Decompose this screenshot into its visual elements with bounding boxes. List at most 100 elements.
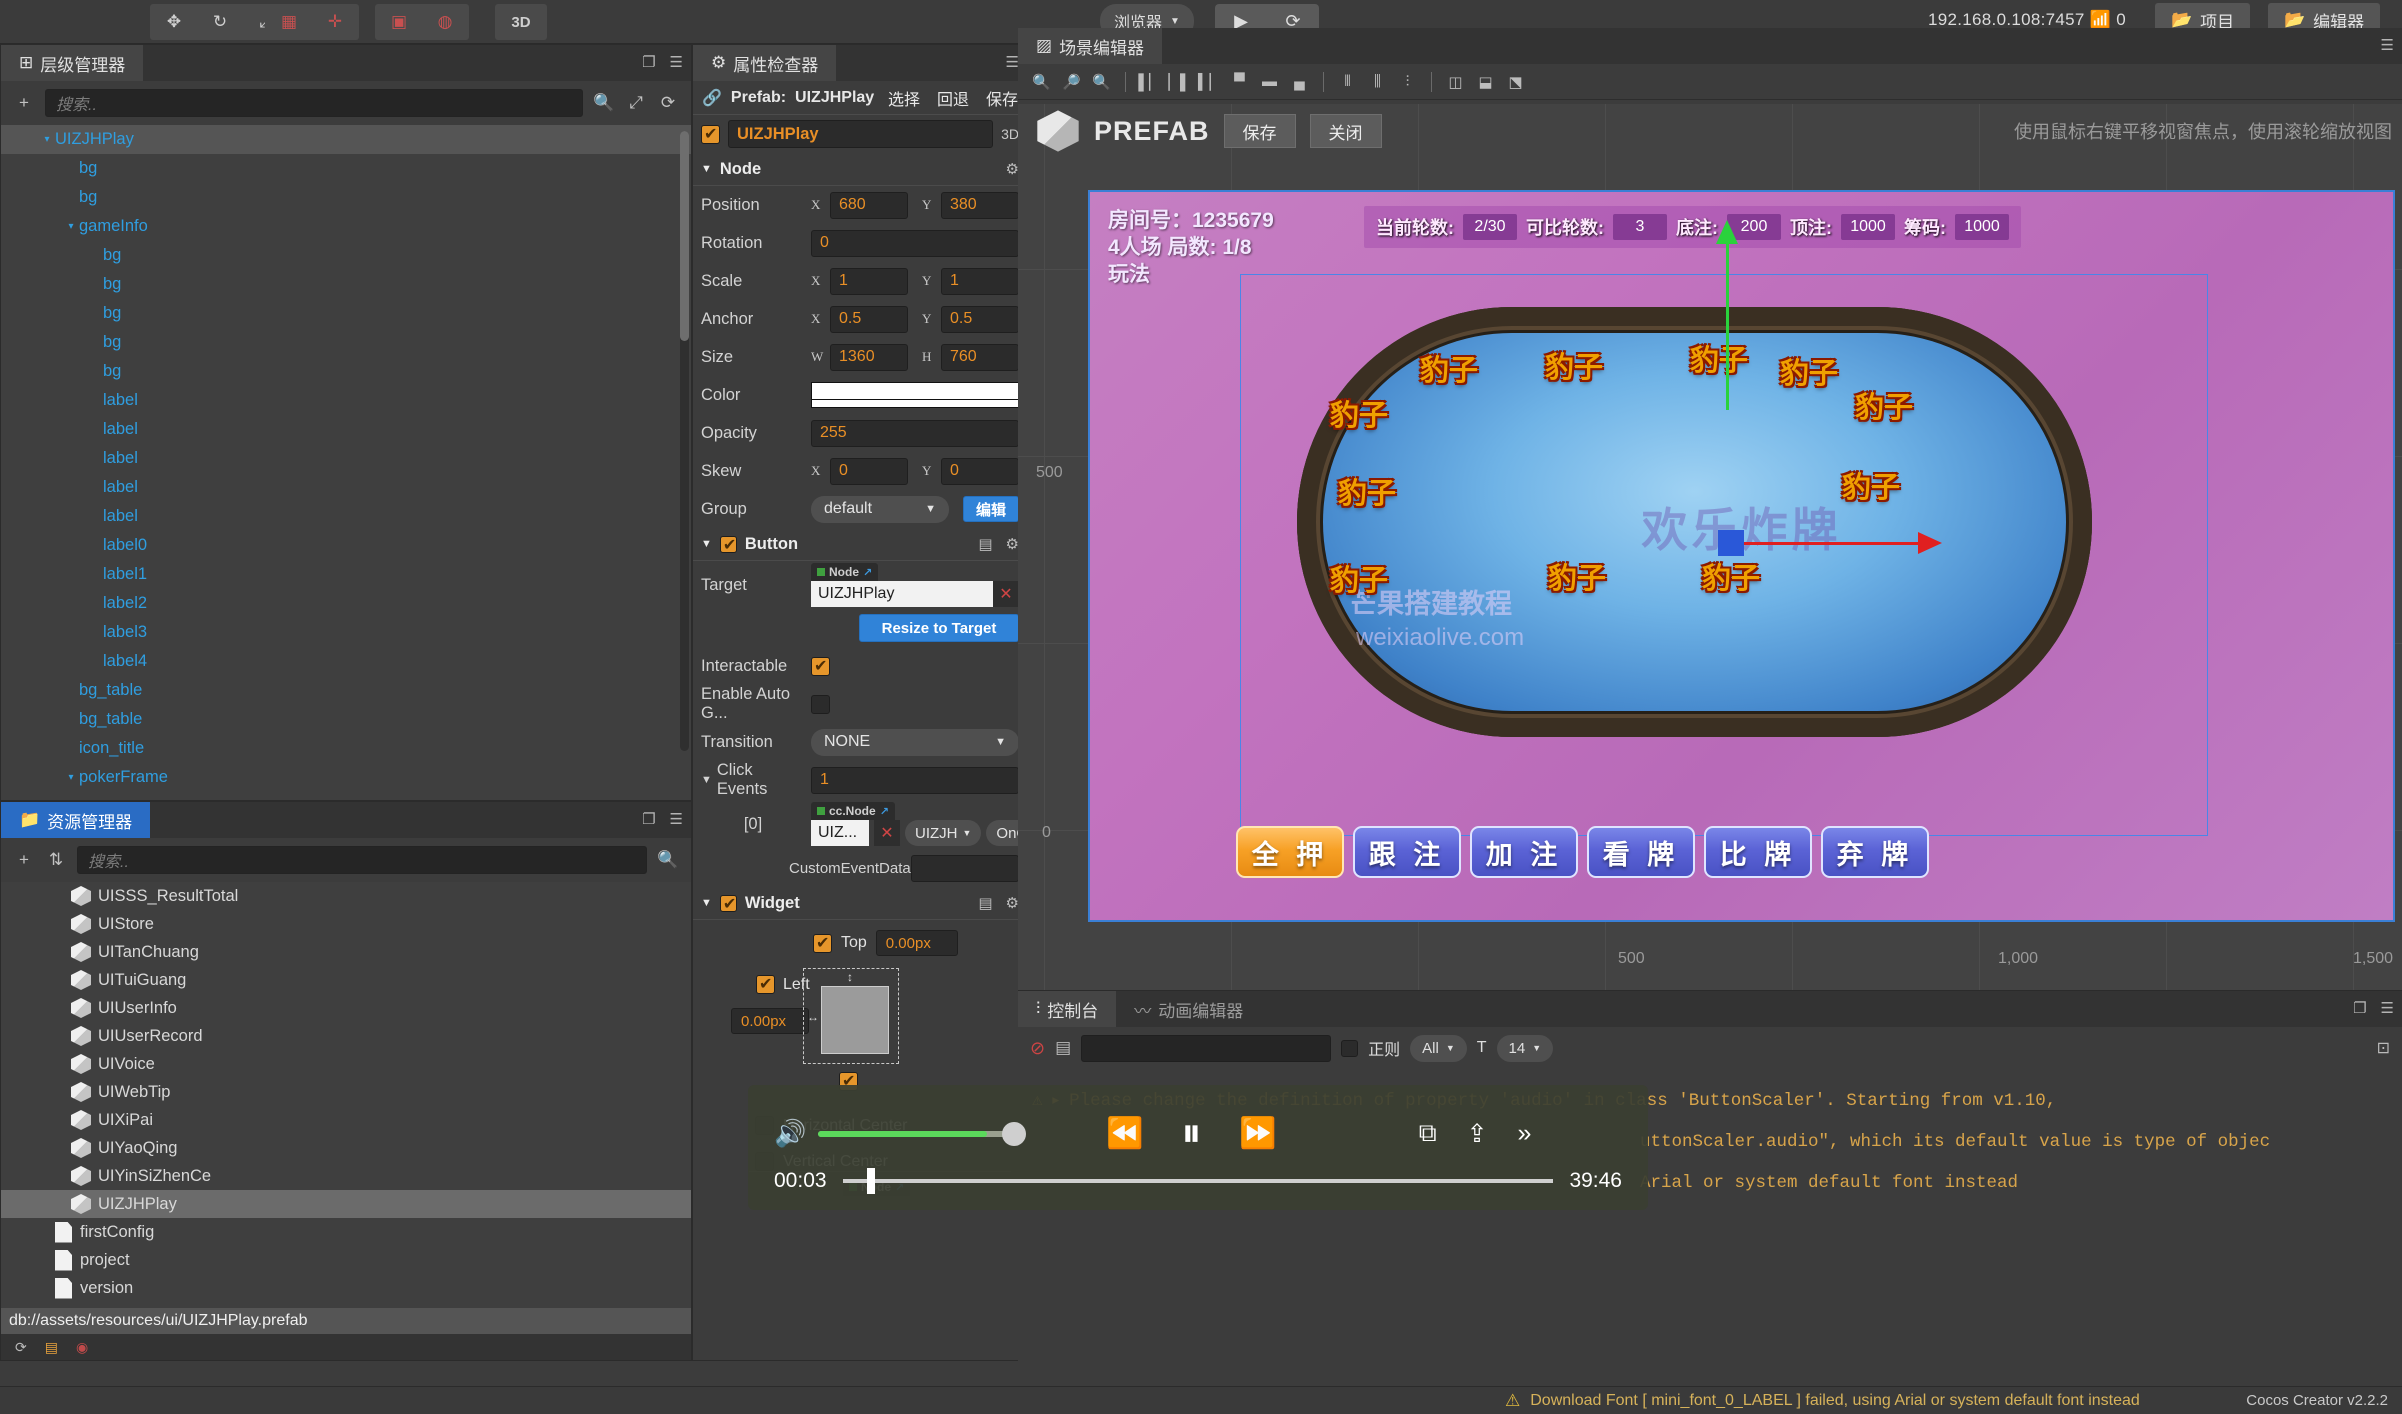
sort-icon[interactable]: ⇅ (45, 850, 67, 870)
hierarchy-node[interactable]: label4 (1, 647, 691, 676)
mirror-icon[interactable]: ⬔ (1502, 69, 1529, 95)
popout-icon[interactable]: ❐ (642, 53, 655, 71)
asset-item[interactable]: UIWebTip (1, 1078, 691, 1106)
pause-icon[interactable]: ⏸ (1181, 1111, 1201, 1156)
asset-item[interactable]: firstConfig (1, 1218, 691, 1246)
asset-item[interactable]: UISSS_ResultTotal (1, 882, 691, 910)
menu-icon[interactable]: ☰ (670, 810, 683, 828)
scene-viewport[interactable]: PREFAB 保存 关闭 使用鼠标右键平移视窗焦点，使用滚轮缩放视图 500 0… (1018, 104, 2402, 990)
assets-list[interactable]: UISSS_ResultTotal UIStore UITanChuang UITui… (1, 882, 691, 1308)
clear-target-button[interactable]: ✕ (993, 581, 1019, 607)
add-asset-button[interactable]: + (13, 850, 35, 870)
align-top-icon[interactable]: ▀ (1226, 69, 1253, 95)
anchor-x-input[interactable]: 0.5 (830, 305, 908, 333)
popout-icon[interactable]: ❐ (2353, 999, 2366, 1017)
hierarchy-scrollbar[interactable] (680, 131, 689, 751)
anchor-y-input[interactable]: 0.5 (941, 305, 1019, 333)
tab-animation-editor[interactable]: 〰 动画编辑器 (1116, 991, 1262, 1027)
game-action-button[interactable]: 全 押 (1236, 826, 1344, 878)
click-events-count-input[interactable]: 1 (811, 766, 1019, 794)
size-h-input[interactable]: 760 (941, 343, 1019, 371)
flip-h-icon[interactable]: ◫ (1442, 69, 1469, 95)
search-icon[interactable]: 🔍 (657, 850, 679, 870)
asset-item[interactable]: UIUserRecord (1, 1022, 691, 1050)
skew-y-input[interactable]: 0 (941, 457, 1019, 485)
volume-icon[interactable]: 🔊 (774, 1118, 806, 1149)
font-size-select[interactable]: 14 ▼ (1496, 1034, 1554, 1062)
hierarchy-node[interactable]: ▾ gameInfo (1, 212, 691, 241)
game-action-button[interactable]: 弃 牌 (1821, 826, 1929, 878)
flip-v-icon[interactable]: ⬓ (1472, 69, 1499, 95)
airplay-icon[interactable]: ⇪ (1467, 1119, 1488, 1149)
tab-hierarchy[interactable]: ⊞ 层级管理器 (1, 45, 144, 81)
prefab-save-button[interactable]: 保存 (1223, 114, 1296, 148)
group-select[interactable]: default ▼ (811, 495, 949, 523)
menu-icon[interactable]: ☰ (2381, 36, 2394, 54)
gizmo-axis-x[interactable] (1730, 532, 1942, 554)
asset-item[interactable]: UIUserInfo (1, 994, 691, 1022)
hierarchy-node[interactable]: bg (1, 270, 691, 299)
interactable-checkbox[interactable] (811, 656, 830, 676)
scale-y-input[interactable]: 1 (941, 267, 1019, 295)
scale-x-input[interactable]: 1 (830, 267, 908, 295)
hierarchy-node[interactable]: ▾ UIZJHPlay (1, 125, 691, 154)
hierarchy-tree[interactable]: ▾ UIZJHPlay bg bg ▾ gameInfo bg bg bg bg bg label la… (1, 125, 691, 800)
copy-icon[interactable]: ▤ (1055, 1038, 1071, 1058)
move-icon[interactable]: ✥ (152, 6, 196, 38)
hierarchy-node[interactable]: label3 (1, 618, 691, 647)
widget-top-checkbox[interactable] (813, 933, 832, 953)
hierarchy-node[interactable]: bg_table (1, 676, 691, 705)
hierarchy-node[interactable]: icon_title (1, 734, 691, 763)
game-action-button[interactable]: 跟 注 (1353, 826, 1461, 878)
volume-slider[interactable] (818, 1121, 1026, 1146)
hierarchy-node[interactable]: label (1, 386, 691, 415)
hierarchy-node[interactable]: label0 (1, 531, 691, 560)
gizmo-axis-y[interactable] (1716, 220, 1738, 410)
game-action-button[interactable]: 加 注 (1470, 826, 1578, 878)
chevron-down-icon[interactable]: ▾ (63, 221, 79, 232)
picture-in-picture-icon[interactable]: ⧉ (1419, 1119, 1437, 1148)
hierarchy-node[interactable]: bg (1, 154, 691, 183)
zoom-in-icon[interactable]: 🔍 (1028, 69, 1055, 95)
assets-search-input[interactable]: 搜索.. (77, 846, 647, 874)
regex-checkbox[interactable] (1341, 1039, 1359, 1057)
hierarchy-node[interactable]: bg (1, 357, 691, 386)
game-action-button[interactable]: 比 牌 (1704, 826, 1812, 878)
widget-top-input[interactable]: 0.00px (875, 930, 958, 956)
node-section-header[interactable]: ▼ Node ⚙ (693, 153, 1027, 186)
gear-icon[interactable]: ⚙ (1006, 894, 1019, 912)
button-target-input[interactable]: UIZJHPlay (811, 581, 993, 607)
refresh-icon[interactable]: ⟳ (657, 93, 679, 113)
hierarchy-node[interactable]: label (1, 444, 691, 473)
hierarchy-node[interactable]: label (1, 502, 691, 531)
menu-icon[interactable]: ☰ (1006, 53, 1019, 71)
chevron-down-icon[interactable]: ▾ (39, 134, 55, 145)
tab-inspector[interactable]: ⚙ 属性检查器 (693, 45, 837, 81)
node-enabled-checkbox[interactable] (701, 124, 720, 144)
open-link-icon[interactable]: ↗ (880, 805, 889, 818)
prefab-revert-button[interactable]: 回退 (937, 86, 969, 110)
hierarchy-node[interactable]: bg (1, 241, 691, 270)
widget-left-input[interactable]: 0.00px (731, 1008, 809, 1034)
align-right-icon[interactable]: ▍▏ (1196, 69, 1223, 95)
transition-select[interactable]: NONE ▼ (811, 728, 1019, 756)
menu-icon[interactable]: ☰ (670, 53, 683, 71)
align-vcenter-icon[interactable]: ▬ (1256, 69, 1283, 95)
asset-item[interactable]: UIXiPai (1, 1106, 691, 1134)
align-hcenter-icon[interactable]: ▏▌ (1166, 69, 1193, 95)
custom-event-input[interactable] (911, 854, 1019, 882)
clear-icon[interactable]: ⊘ (1030, 1038, 1045, 1059)
click-events-label-wrap[interactable]: ▼ Click Events (701, 761, 805, 799)
volume-control[interactable]: 🔊 (774, 1118, 1026, 1149)
popout-icon[interactable]: ❐ (642, 810, 655, 828)
position-y-input[interactable]: 380 (941, 191, 1019, 219)
position-x-input[interactable]: 680 (830, 191, 908, 219)
button-section-header[interactable]: ▼ Button ▤ ⚙ (693, 528, 1027, 561)
forward-icon[interactable]: ⏩ (1239, 1116, 1276, 1151)
game-action-button[interactable]: 看 牌 (1587, 826, 1695, 878)
asset-item[interactable]: UIZJHPlay (1, 1190, 691, 1218)
asset-item[interactable]: UIVoice (1, 1050, 691, 1078)
asset-item[interactable]: UIYaoQing (1, 1134, 691, 1162)
mode-3d-toggle[interactable]: 3D (497, 6, 545, 38)
asset-item[interactable]: UIStore (1, 910, 691, 938)
